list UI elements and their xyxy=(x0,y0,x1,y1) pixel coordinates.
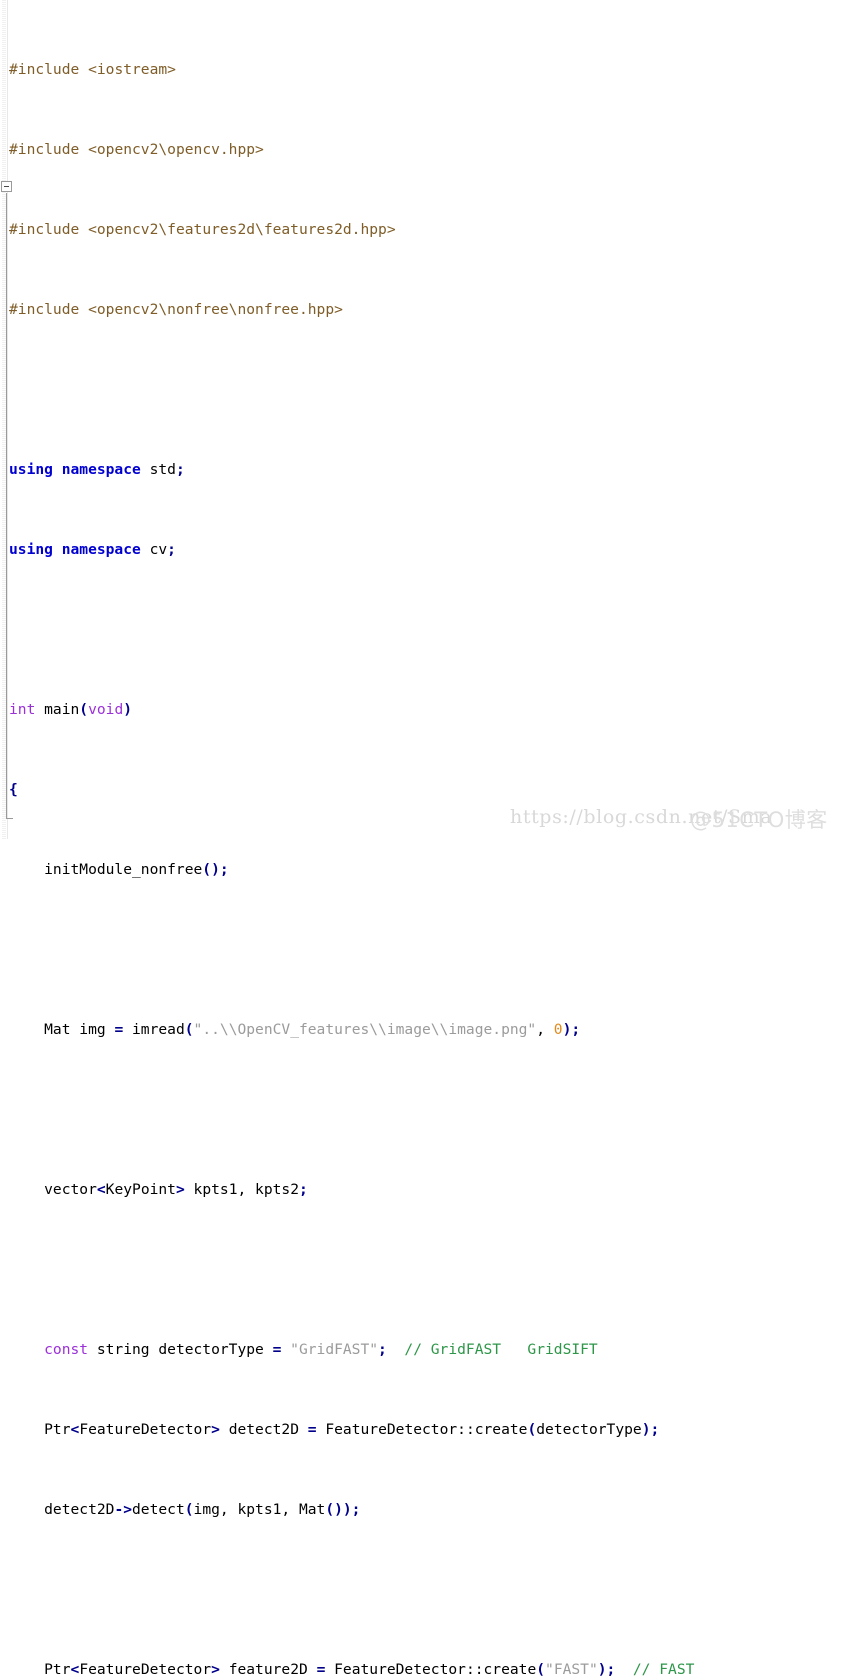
token-type-void: void xyxy=(88,701,124,718)
token-ptr: Ptr xyxy=(9,1421,71,1438)
token-string-gridfast: "GridFAST" xyxy=(281,1341,379,1358)
code-line-13: Mat img = imread("..\\OpenCV_features\\i… xyxy=(9,1020,864,1040)
token-comma: , xyxy=(536,1021,554,1038)
token-header: <opencv2\opencv.hpp> xyxy=(88,141,264,158)
token-call-create: FeatureDetector::create xyxy=(316,1421,528,1438)
token-call-create: FeatureDetector::create xyxy=(325,1661,537,1678)
token-assign: = xyxy=(114,1021,124,1038)
code-text-area[interactable]: #include <iostream> #include <opencv2\op… xyxy=(9,0,864,1678)
token-keyword-const: const xyxy=(9,1341,89,1358)
code-editor[interactable]: #include <iostream> #include <opencv2\op… xyxy=(0,0,864,1678)
token-header: <opencv2\features2d\features2d.hpp> xyxy=(88,221,396,238)
token-paren-open: ( xyxy=(184,1021,194,1038)
code-line-6: using namespace std; xyxy=(9,460,864,480)
token-keyword: using namespace xyxy=(9,461,141,478)
token-semicolon: ; xyxy=(378,1341,387,1358)
code-line-16-blank xyxy=(9,1260,864,1280)
token-template-arg: KeyPoint xyxy=(105,1181,176,1198)
token-vars: kpts1, kpts2 xyxy=(184,1181,299,1198)
code-line-8-blank xyxy=(9,620,864,640)
token-header: <opencv2\nonfree\nonfree.hpp> xyxy=(88,301,343,318)
token-namespace: cv xyxy=(140,541,168,558)
token-paren-close: ); xyxy=(641,1421,660,1438)
token-arg-detectortype: detectorType xyxy=(536,1421,642,1438)
token-var-detect2d: detect2D xyxy=(9,1501,115,1518)
token-keyword: using namespace xyxy=(9,541,141,558)
token-var-detect2d: detect2D xyxy=(219,1421,308,1438)
code-line-3: #include <opencv2\features2d\features2d.… xyxy=(9,220,864,240)
token-angle-close: > xyxy=(211,1661,220,1678)
token-string-fast: "FAST" xyxy=(545,1661,598,1678)
token-call-imread: imread xyxy=(123,1021,185,1038)
code-line-5-blank xyxy=(9,380,864,400)
token-paren-open: ( xyxy=(536,1661,546,1678)
code-line-20-blank xyxy=(9,1580,864,1600)
token-paren-open: ( xyxy=(79,701,89,718)
token-punct: (); xyxy=(202,861,229,878)
token-args: img, kpts1, Mat xyxy=(193,1501,326,1518)
code-line-18: Ptr<FeatureDetector> detect2D = FeatureD… xyxy=(9,1420,864,1440)
token-angle-close: > xyxy=(211,1421,220,1438)
token-namespace: std xyxy=(140,461,176,478)
token-template-arg: FeatureDetector xyxy=(79,1661,212,1678)
token-arrow: -> xyxy=(114,1501,133,1518)
code-line-12-blank xyxy=(9,940,864,960)
code-line-7: using namespace cv; xyxy=(9,540,864,560)
token-number: 0 xyxy=(553,1021,563,1038)
token-call-initmodule: initModule_nonfree xyxy=(9,861,203,878)
token-angle-open: < xyxy=(70,1421,80,1438)
code-line-1: #include <iostream> xyxy=(9,60,864,80)
token-comment: // FAST xyxy=(615,1661,695,1678)
code-line-2: #include <opencv2\opencv.hpp> xyxy=(9,140,864,160)
token-template-arg: FeatureDetector xyxy=(79,1421,212,1438)
token-function-main: main xyxy=(35,701,80,718)
token-preprocessor: #include xyxy=(9,61,80,78)
token-header: <iostream> xyxy=(88,61,176,78)
token-paren-open: ( xyxy=(527,1421,537,1438)
token-preprocessor: #include xyxy=(9,221,80,238)
token-paren-close: ); xyxy=(597,1661,616,1678)
token-vector: vector xyxy=(9,1181,97,1198)
token-semicolon: ; xyxy=(167,541,176,558)
token-angle-open: < xyxy=(70,1661,80,1678)
token-string-path: "..\\OpenCV_features\\image\\image.png" xyxy=(193,1021,537,1038)
token-semicolon: ; xyxy=(299,1181,308,1198)
fold-guide-line xyxy=(6,193,7,819)
code-line-21: Ptr<FeatureDetector> feature2D = Feature… xyxy=(9,1660,864,1678)
code-line-4: #include <opencv2\nonfree\nonfree.hpp> xyxy=(9,300,864,320)
token-decl-mat-img: Mat img xyxy=(9,1021,115,1038)
token-semicolon: ; xyxy=(175,461,185,478)
token-brace-open: { xyxy=(9,781,18,798)
token-decl-string: string detectorType xyxy=(88,1341,273,1358)
code-line-19: detect2D->detect(img, kpts1, Mat()); xyxy=(9,1500,864,1520)
token-angle-close: > xyxy=(175,1181,185,1198)
token-assign: = xyxy=(316,1661,326,1678)
token-assign: = xyxy=(307,1421,317,1438)
token-comment: // GridFAST GridSIFT xyxy=(386,1341,598,1358)
code-line-14-blank xyxy=(9,1100,864,1120)
token-angle-open: < xyxy=(96,1181,106,1198)
token-paren-close: ()); xyxy=(325,1501,361,1518)
token-type-int: int xyxy=(9,701,36,718)
token-assign: = xyxy=(272,1341,282,1358)
code-line-11: initModule_nonfree(); xyxy=(9,860,864,880)
token-preprocessor: #include xyxy=(9,141,80,158)
token-paren-close: ); xyxy=(562,1021,581,1038)
token-paren-close: ) xyxy=(123,701,133,718)
code-line-15: vector<KeyPoint> kpts1, kpts2; xyxy=(9,1180,864,1200)
code-line-9: int main(void) xyxy=(9,700,864,720)
token-var-feature2d: feature2D xyxy=(219,1661,317,1678)
token-paren-open: ( xyxy=(184,1501,194,1518)
token-call-detect: detect xyxy=(132,1501,185,1518)
code-line-10: { xyxy=(9,780,864,800)
token-ptr: Ptr xyxy=(9,1661,71,1678)
token-preprocessor: #include xyxy=(9,301,80,318)
code-line-17: const string detectorType = "GridFAST"; … xyxy=(9,1340,864,1360)
